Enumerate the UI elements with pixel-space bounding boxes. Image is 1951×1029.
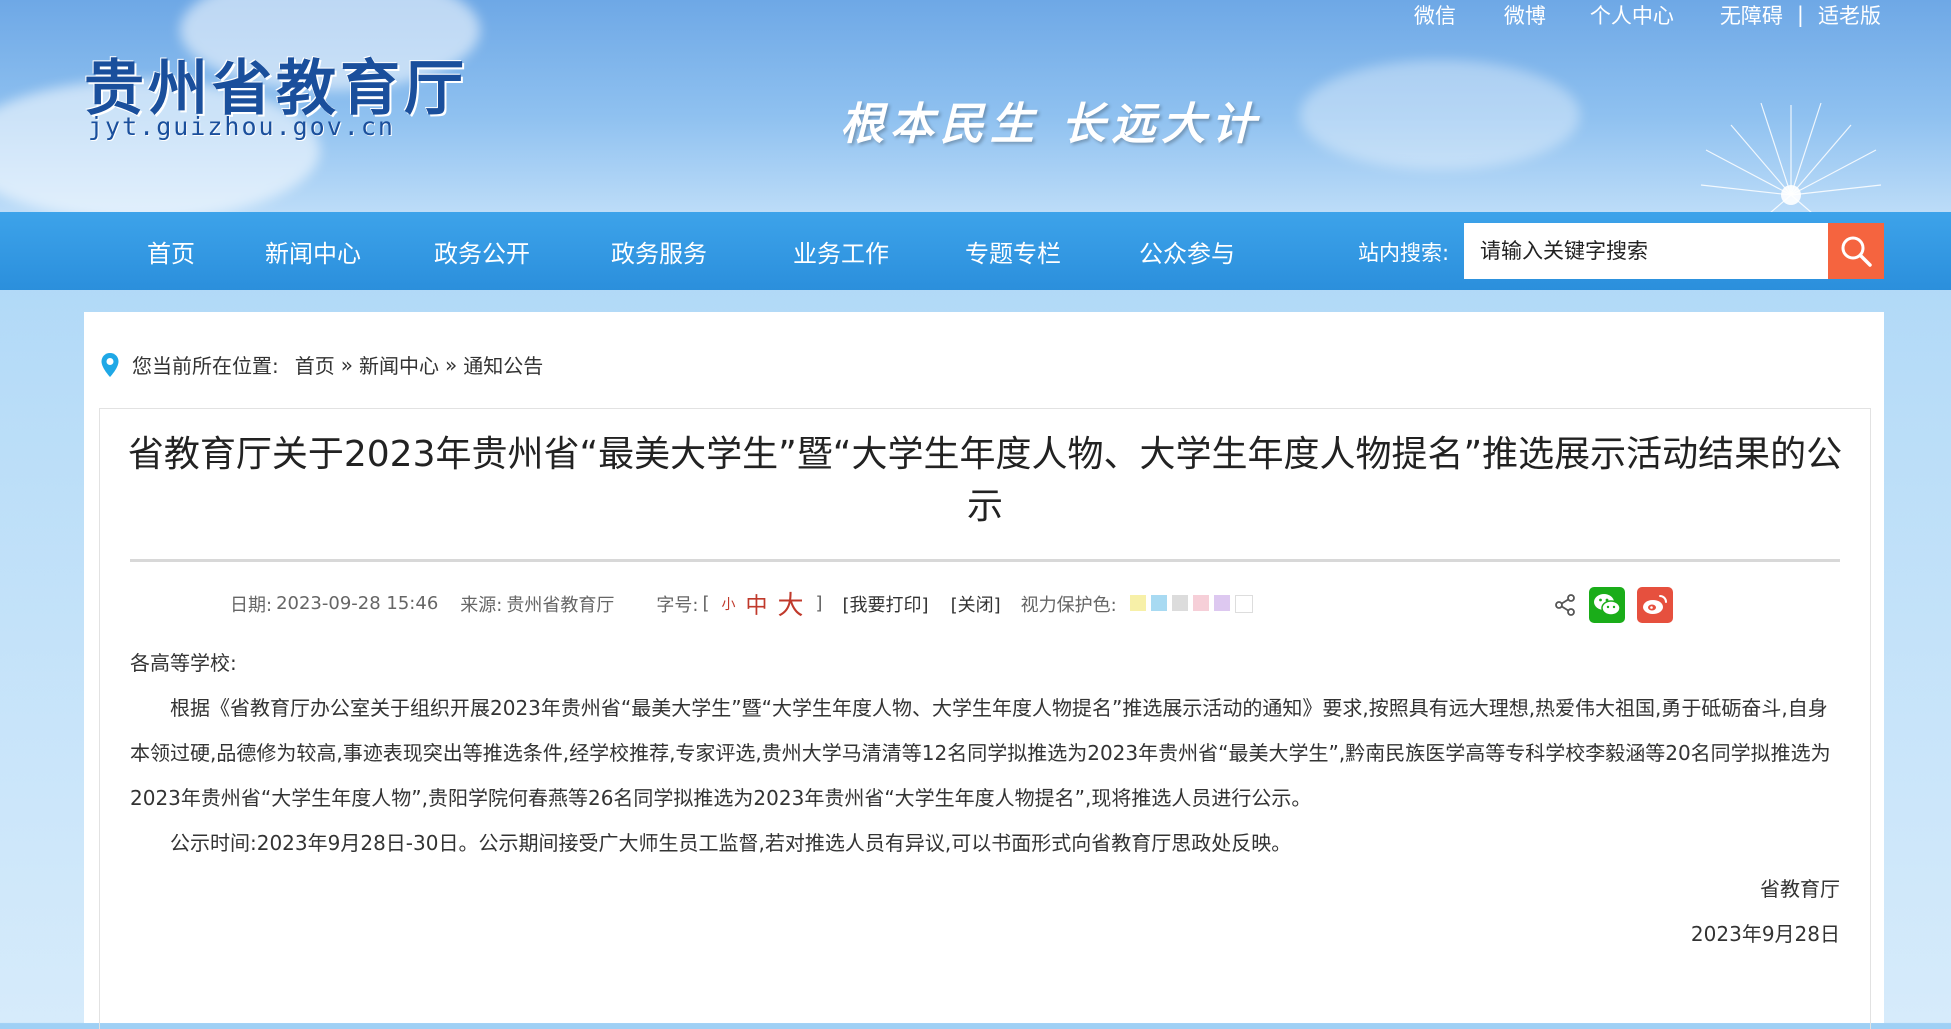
nav-government-services[interactable]: 政务服务 [611, 234, 707, 269]
search-input[interactable] [1464, 223, 1828, 279]
eye-protection-label: 视力保护色: [1020, 594, 1117, 616]
search-icon [1841, 236, 1872, 267]
wechat-link[interactable]: 微信 [1414, 0, 1456, 30]
eye-color-swatches [1125, 594, 1253, 613]
nav-news-center[interactable]: 新闻中心 [265, 234, 361, 269]
search-button[interactable] [1828, 223, 1884, 279]
article-title: 省教育厅关于2023年贵州省“最美大学生”暨“大学生年度人物、大学生年度人物提名… [127, 434, 1843, 527]
fontsize-small-button[interactable]: 小 [721, 594, 735, 614]
accessibility-link[interactable]: 无障碍 [1720, 0, 1783, 30]
source-label: 来源: [460, 594, 503, 616]
share-weibo-button[interactable] [1637, 587, 1673, 623]
breadcrumb-prefix: 您当前所在位置: [132, 354, 279, 378]
weibo-link[interactable]: 微博 [1504, 0, 1546, 30]
title-divider [130, 559, 1840, 562]
nav-home[interactable]: 首页 [147, 234, 195, 269]
top-links-separator: | [1796, 3, 1804, 27]
signature-date: 2023年9月28日 [1690, 922, 1840, 946]
fontsize-label: 字号: [656, 594, 699, 616]
slogan: 根本民生 长远大计 [840, 99, 1262, 150]
search-label: 站内搜索: [1358, 241, 1450, 265]
article-body: 各高等学校: 根据《省教育厅办公室关于组织开展2023年贵州省“最美大学生”暨“… [130, 641, 1842, 866]
location-pin-icon [101, 352, 119, 377]
signature: 省教育厅 [1760, 877, 1840, 901]
fontsize-medium-button[interactable]: 中 [745, 588, 767, 620]
close-button[interactable]: [关闭] [951, 591, 1001, 617]
site-url: jyt.guizhou.gov.cn [88, 112, 395, 141]
publish-date: 2023-09-28 15:46 [276, 593, 439, 614]
nav-government-affairs[interactable]: 政务公开 [434, 234, 530, 269]
eye-color-swatch[interactable] [1192, 594, 1209, 611]
breadcrumb-home[interactable]: 首页 [295, 350, 335, 379]
breadcrumb: 您当前所在位置: 首页 » 新闻中心 » 通知公告 [100, 350, 543, 379]
personal-center-link[interactable]: 个人中心 [1590, 0, 1674, 30]
dandelion-decoration [1700, 102, 1882, 212]
wechat-icon [1594, 594, 1621, 616]
weibo-icon [1643, 595, 1667, 614]
source-value: 贵州省教育厅 [506, 594, 615, 616]
greeting: 各高等学校: [130, 651, 237, 675]
breadcrumb-news-center[interactable]: 新闻中心 [359, 350, 439, 379]
cloud-decoration [1300, 60, 1580, 170]
main-nav: 首页 新闻中心 政务公开 政务服务 业务工作 专题专栏 公众参与 站内搜索: [0, 212, 1951, 290]
eye-color-swatch[interactable] [1234, 594, 1253, 613]
content-panel: 您当前所在位置: 首页 » 新闻中心 » 通知公告 省教育厅关于2023年贵州省… [84, 312, 1884, 1029]
elderly-mode-link[interactable]: 适老版 [1818, 0, 1881, 30]
print-button[interactable]: [我要打印] [843, 591, 929, 617]
site-header: 贵州省教育厅 jyt.guizhou.gov.cn 根本民生 长远大计 微信 微… [0, 0, 1951, 212]
breadcrumb-separator: » [445, 352, 458, 377]
paragraph: 根据《省教育厅办公室关于组织开展2023年贵州省“最美大学生”暨“大学生年度人物… [130, 696, 1831, 810]
fontsize-large-button[interactable]: 大 [777, 585, 803, 622]
article: 省教育厅关于2023年贵州省“最美大学生”暨“大学生年度人物、大学生年度人物提名… [99, 408, 1871, 1029]
eye-color-swatch[interactable] [1213, 594, 1230, 611]
article-meta: 日期: 2023-09-28 15:46 来源: 贵州省教育厅 字号: [ 小 … [230, 585, 1253, 622]
breadcrumb-separator: » [340, 352, 353, 377]
date-label: 日期: [230, 594, 273, 616]
signature-block: 省教育厅 2023年9月28日 [1691, 867, 1840, 957]
fontsize-bracket-close: ] [815, 593, 823, 614]
nav-public-participation[interactable]: 公众参与 [1139, 234, 1235, 269]
share-wechat-button[interactable] [1589, 587, 1625, 623]
fontsize-bracket-open: [ [702, 593, 710, 614]
breadcrumb-notices[interactable]: 通知公告 [463, 350, 543, 379]
nav-special-topics[interactable]: 专题专栏 [965, 234, 1061, 269]
eye-color-swatch[interactable] [1150, 594, 1167, 611]
share-bar [1553, 587, 1673, 623]
paragraph: 公示时间:2023年9月28日-30日。公示期间接受广大师生员工监督,若对推选人… [170, 831, 1292, 855]
nav-business-work[interactable]: 业务工作 [793, 234, 889, 269]
eye-color-swatch[interactable] [1171, 594, 1188, 611]
share-icon[interactable] [1553, 593, 1577, 617]
eye-color-swatch[interactable] [1129, 594, 1146, 611]
top-links: 微信 微博 个人中心 无障碍 | 适老版 [1392, 0, 1881, 30]
